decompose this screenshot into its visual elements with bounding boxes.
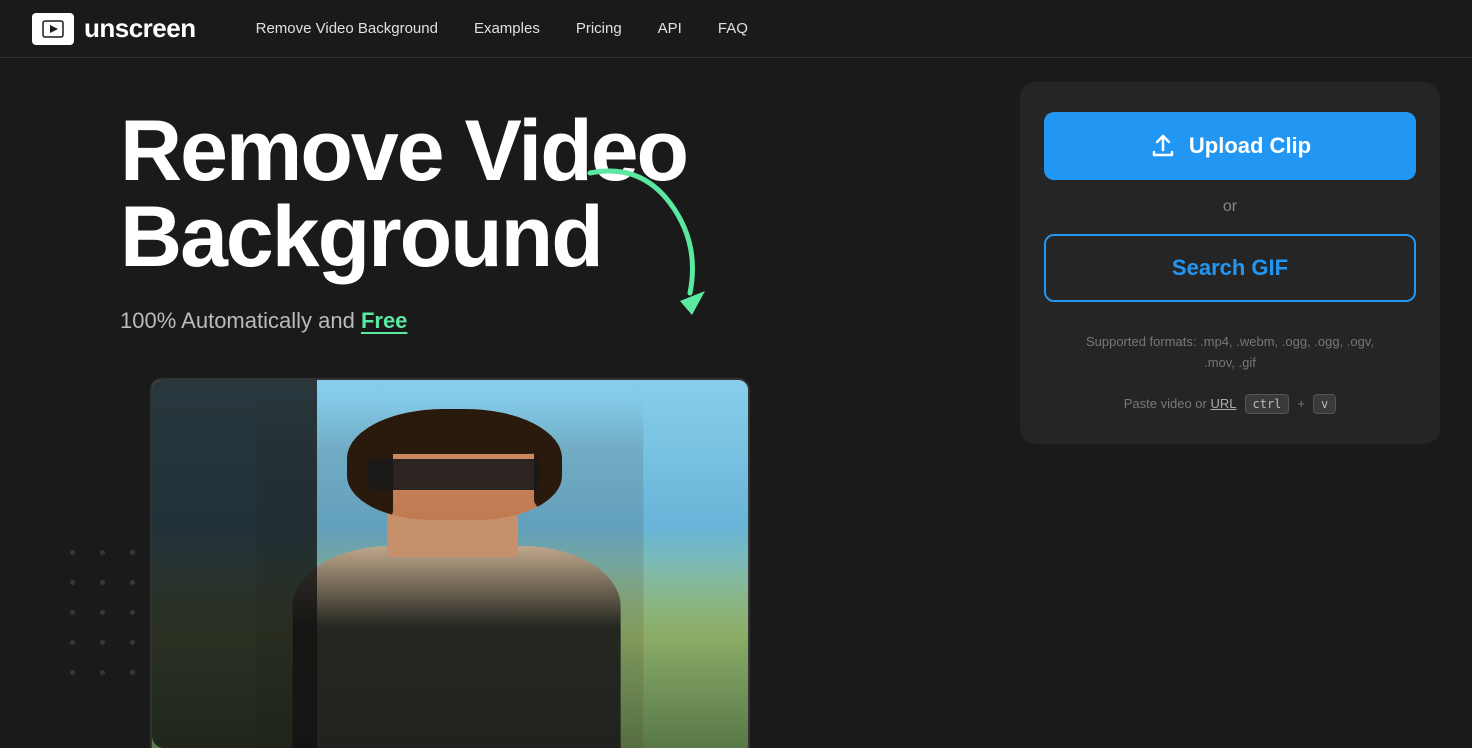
search-gif-label: Search GIF (1172, 255, 1288, 281)
hero-section: Remove Video Background 100% Automatical… (0, 58, 1020, 748)
video-preview (150, 378, 750, 748)
or-divider: or (1223, 198, 1237, 216)
upload-clip-button[interactable]: Upload Clip (1044, 112, 1416, 180)
url-link[interactable]: URL (1210, 396, 1236, 411)
nav-links: Remove Video Background Examples Pricing… (256, 20, 748, 38)
paste-row: Paste video or URL ctrl + v (1124, 394, 1336, 414)
nav-link-pricing[interactable]: Pricing (576, 20, 622, 37)
action-panel: Upload Clip or Search GIF Supported form… (1020, 82, 1440, 444)
main-content: Remove Video Background 100% Automatical… (0, 58, 1472, 748)
logo-icon (32, 13, 74, 45)
kbd-v: v (1313, 394, 1336, 414)
nav-link-examples[interactable]: Examples (474, 20, 540, 37)
logo-text: unscreen (84, 13, 196, 44)
nav-link-faq[interactable]: FAQ (718, 20, 748, 37)
search-gif-button[interactable]: Search GIF (1044, 234, 1416, 302)
logo-link[interactable]: unscreen (32, 13, 196, 45)
nav-link-remove[interactable]: Remove Video Background (256, 20, 438, 37)
upload-clip-label: Upload Clip (1189, 133, 1311, 159)
navbar: unscreen Remove Video Background Example… (0, 0, 1472, 58)
paste-label: Paste video or URL (1124, 396, 1237, 411)
kbd-ctrl: ctrl (1245, 394, 1290, 414)
supported-formats: Supported formats: .mp4, .webm, .ogg, .o… (1086, 332, 1374, 374)
paste-plus: + (1297, 396, 1305, 411)
nav-link-api[interactable]: API (658, 20, 682, 37)
upload-icon (1149, 132, 1177, 160)
arrow-decoration (560, 153, 760, 353)
